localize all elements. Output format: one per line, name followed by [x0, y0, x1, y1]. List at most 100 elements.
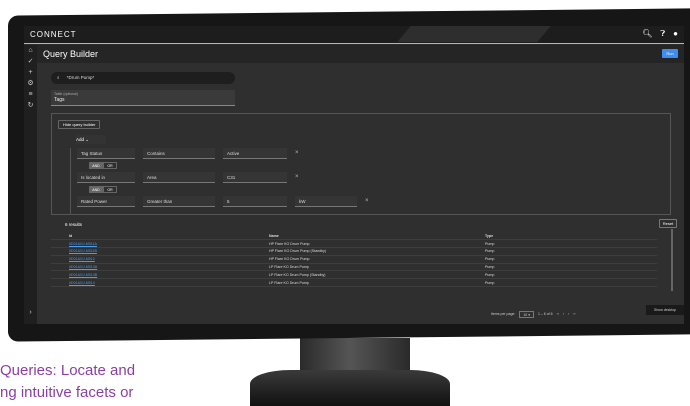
rule-group: Tag Status Contains Active × AND OR Is l…: [70, 148, 370, 214]
rule-row: Is located in Area C31 ×: [77, 172, 377, 183]
items-per-page-value: 10: [523, 312, 528, 317]
help-icon[interactable]: ❓︎: [660, 29, 665, 39]
and-option[interactable]: AND: [89, 162, 103, 169]
hierarchy-icon[interactable]: ≡: [24, 89, 37, 100]
rule-field[interactable]: Tag Status: [77, 148, 135, 159]
results-count: 6 results: [65, 222, 83, 227]
next-page-icon[interactable]: ›: [568, 312, 569, 316]
row-name: LP Flare KO Drum Pump: [251, 263, 467, 272]
monitor-stand-neck: [300, 338, 410, 372]
rule-row: Tag Status Contains Active ×: [77, 148, 377, 159]
row-name: HP Flare KO Drum Pump: [251, 255, 467, 264]
monitor-scene: Queries: Locate and ng intuitive facets …: [0, 0, 690, 406]
paginator: Items per page: 10 ▾ 1 – 6 of 6 ‹‹ ‹ › ›…: [491, 309, 576, 319]
table-field[interactable]: Table (optional) Tags: [51, 90, 235, 106]
row-type: Pump: [467, 247, 657, 256]
row-id-link[interactable]: 0D01AGJ-M011A: [51, 239, 251, 249]
row-name: LP Flare KO Drum Pump (Standby): [251, 270, 467, 280]
row-id-link[interactable]: 0D01AGJ-M013B: [51, 270, 251, 280]
rule-value[interactable]: 5: [223, 196, 287, 207]
rule-operator[interactable]: Greater than: [143, 196, 215, 207]
side-navigation: ⌂ ✓ + ⚙︎ ≡ ↻ ›: [24, 45, 37, 324]
show-desktop-tooltip: Show desktop: [646, 305, 684, 315]
close-icon[interactable]: ×: [295, 148, 299, 159]
caption-line-1: Queries: Locate and: [0, 362, 136, 379]
account-icon[interactable]: ●: [673, 29, 678, 39]
brand-logo: CONNECT: [30, 30, 77, 39]
search-value: *Drum Pump*: [66, 75, 95, 80]
rule-value[interactable]: Active: [223, 148, 287, 159]
search-icon: ⌕: [57, 75, 60, 80]
rule-operator[interactable]: Area: [143, 172, 215, 183]
row-type: Pump: [467, 239, 657, 249]
items-per-page-label: Items per page:: [491, 312, 516, 316]
add-button[interactable]: Add ⌄: [76, 135, 106, 144]
add-label: Add: [76, 137, 85, 142]
and-or-toggle[interactable]: AND OR: [89, 186, 117, 193]
first-page-icon[interactable]: ‹‹: [557, 312, 559, 316]
row-type: Pump: [467, 270, 657, 280]
monitor-screen: CONNECT 🔍︎ ❓︎ ● ⌂ ✓ + ⚙︎ ≡ ↻ › Query Bui…: [24, 26, 684, 324]
rule-operator[interactable]: Contains: [143, 148, 215, 159]
scrollbar[interactable]: [671, 229, 673, 291]
home-icon[interactable]: ⌂: [24, 45, 37, 56]
rule-row: Rated Power Greater than 5 kW ×: [77, 196, 377, 207]
table-row: 0D01AGJ-M013B LP Flare KO Drum Pump (Stan…: [51, 270, 657, 280]
results-panel: 6 results Reset Id Name Type 0D01AGJ-M01…: [51, 219, 677, 323]
table-field-label: Table (optional): [54, 92, 78, 96]
expand-nav-icon[interactable]: ›: [24, 307, 37, 318]
rule-field[interactable]: Rated Power: [77, 196, 135, 207]
gear-icon[interactable]: ⚙︎: [24, 78, 37, 89]
check-circle-icon[interactable]: ✓: [24, 56, 37, 67]
reset-button[interactable]: Reset: [659, 219, 677, 228]
and-or-toggle[interactable]: AND OR: [89, 162, 117, 169]
table-row: 0D01AGJ-M011B HP Flare KO Drum Pump (Stan…: [51, 247, 657, 256]
row-id-link[interactable]: 0D01AGJ-M013A: [51, 263, 251, 272]
history-icon[interactable]: ↻: [24, 100, 37, 111]
column-header-name[interactable]: Name: [251, 232, 467, 241]
row-id-link[interactable]: 0D01AGJ-M012: [51, 255, 251, 264]
column-header-type[interactable]: Type: [467, 232, 657, 241]
prev-page-icon[interactable]: ‹: [563, 312, 564, 316]
or-option[interactable]: OR: [103, 186, 117, 193]
items-per-page-select[interactable]: 10 ▾: [519, 310, 534, 318]
row-name: HP Flare KO Drum Pump: [251, 239, 467, 249]
row-id-link[interactable]: 0D01AGJ-M011B: [51, 247, 251, 256]
query-builder-panel: Hide query builder Add ⌄ Tag Status Cont…: [51, 113, 671, 215]
run-button[interactable]: Run: [662, 49, 678, 58]
and-option[interactable]: AND: [89, 186, 103, 193]
rule-value[interactable]: C31: [223, 172, 287, 183]
table-row: 0D01AGJ-M014 LP Flare KO Drum Pump Pump: [51, 278, 657, 288]
marketing-caption: Queries: Locate and ng intuitive facets …: [0, 360, 135, 404]
row-id-link[interactable]: 0D01AGJ-M014: [51, 278, 251, 288]
screen-glare: [397, 26, 551, 42]
caption-line-2: ng intuitive facets or: [0, 384, 134, 401]
search-icon[interactable]: 🔍︎: [642, 29, 652, 39]
table-row: 0D01AGJ-M013A LP Flare KO Drum Pump Pump: [51, 263, 657, 272]
hide-query-builder-button[interactable]: Hide query builder: [58, 120, 101, 129]
rule-unit[interactable]: kW: [295, 196, 357, 207]
last-page-icon[interactable]: ››: [573, 312, 575, 316]
row-type: Pump: [467, 263, 657, 272]
plus-icon[interactable]: +: [24, 67, 37, 78]
page-title: Query Builder: [43, 49, 99, 59]
row-type: Pump: [467, 255, 657, 264]
row-name: HP Flare KO Drum Pump (Standby): [251, 247, 467, 256]
app-topbar: CONNECT 🔍︎ ❓︎ ●: [24, 26, 684, 44]
title-bar: Query Builder Run: [37, 45, 684, 63]
table-field-value: Tags: [54, 97, 65, 103]
monitor-stand-base: [250, 370, 450, 406]
table-row: 0D01AGJ-M012 HP Flare KO Drum Pump Pump: [51, 255, 657, 264]
row-name: LP Flare KO Drum Pump: [251, 278, 467, 288]
main-panel: Query Builder Run ⌕ *Drum Pump* Table (o…: [37, 45, 684, 324]
search-input[interactable]: ⌕ *Drum Pump*: [51, 72, 235, 84]
table-header-row: Id Name Type: [51, 232, 657, 241]
results-table: Id Name Type 0D01AGJ-M011A HP Flare KO Dr…: [51, 232, 657, 288]
table-row: 0D01AGJ-M011A HP Flare KO Drum Pump Pump: [51, 239, 657, 249]
or-option[interactable]: OR: [103, 162, 117, 169]
rule-field[interactable]: Is located in: [77, 172, 135, 183]
column-header-id[interactable]: Id: [51, 232, 251, 241]
page-range: 1 – 6 of 6: [537, 312, 553, 316]
close-icon[interactable]: ×: [295, 172, 299, 183]
close-icon[interactable]: ×: [365, 196, 369, 207]
